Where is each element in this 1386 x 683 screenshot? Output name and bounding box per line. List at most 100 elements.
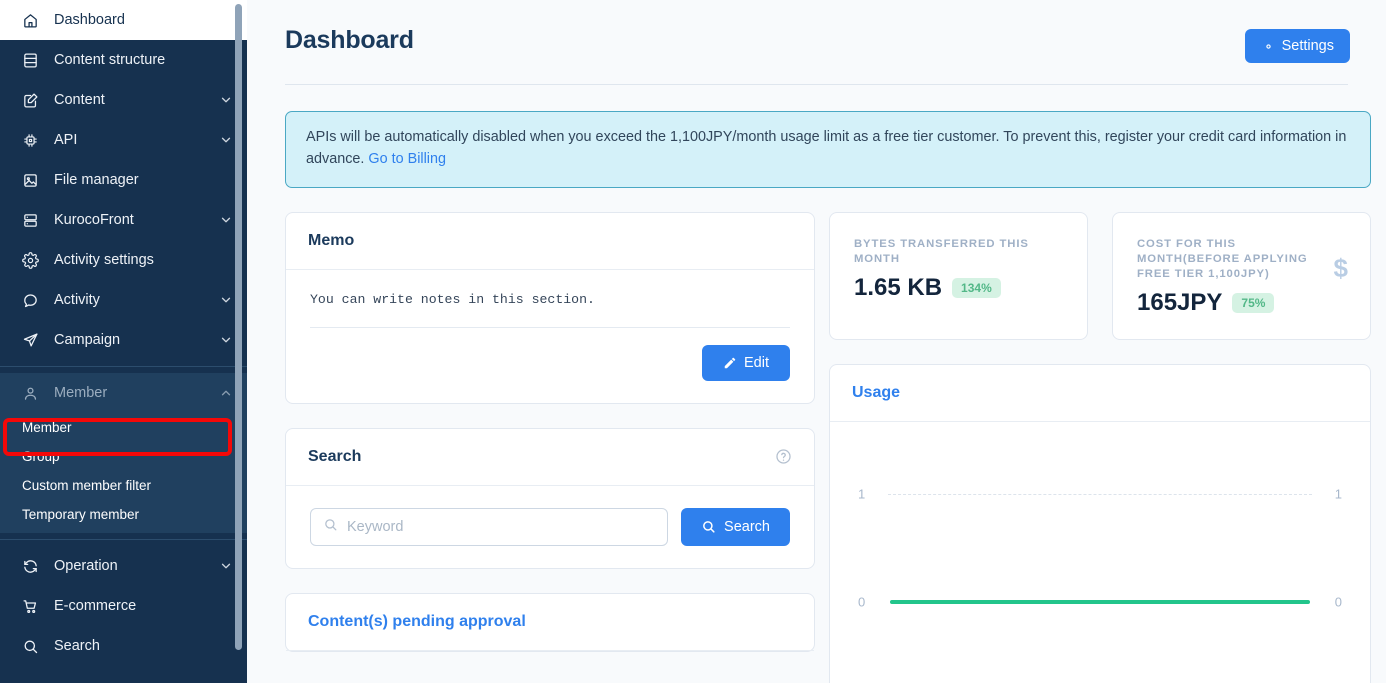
search-title: Search xyxy=(308,448,361,466)
sidebar-item-search[interactable]: Search xyxy=(0,626,247,666)
sidebar-scrollbar[interactable] xyxy=(235,4,242,650)
sidebar-item-e-commerce[interactable]: E-commerce xyxy=(0,586,247,626)
image-icon xyxy=(20,170,40,190)
stat-percent-badge: 75% xyxy=(1232,293,1274,313)
sidebar-item-campaign[interactable]: Campaign xyxy=(0,320,247,360)
sidebar-subitem-label: Member xyxy=(22,420,72,435)
ytick-right-1: 1 xyxy=(1335,487,1342,502)
usage-title[interactable]: Usage xyxy=(852,384,900,402)
edit-square-icon xyxy=(20,90,40,110)
ytick-right-0: 0 xyxy=(1335,595,1342,610)
chevron-up-icon xyxy=(219,386,233,400)
memo-card-body: You can write notes in this section. Edi… xyxy=(286,270,814,403)
settings-button-label: Settings xyxy=(1282,38,1334,54)
stat-value: 1.65 KB xyxy=(854,274,942,302)
sidebar-item-content[interactable]: Content xyxy=(0,80,247,120)
server-icon xyxy=(20,210,40,230)
sidebar-item-label: E-commerce xyxy=(54,598,233,614)
help-circle-icon[interactable] xyxy=(775,448,792,465)
sidebar-group-member: Member Member Group Custom member filter… xyxy=(0,373,247,533)
chevron-down-icon xyxy=(219,133,233,147)
send-icon xyxy=(20,330,40,350)
banner-text: APIs will be automatically disabled when… xyxy=(306,129,1346,167)
main-content: Dashboard Settings APIs will be automati… xyxy=(247,0,1386,683)
sidebar-subitem-member[interactable]: Member xyxy=(0,413,247,442)
search-card-header: Search xyxy=(286,429,814,486)
sidebar-item-member-group[interactable]: Member xyxy=(0,373,247,413)
edit-memo-button[interactable]: Edit xyxy=(702,345,790,381)
sidebar-item-api[interactable]: API xyxy=(0,120,247,160)
usage-card-header: Usage xyxy=(830,365,1370,422)
search-row: Search xyxy=(310,508,790,546)
sidebar-item-label: Search xyxy=(54,638,233,654)
sidebar-item-label: Content structure xyxy=(54,52,233,68)
left-column: Memo You can write notes in this section… xyxy=(285,212,815,652)
pending-approval-title[interactable]: Content(s) pending approval xyxy=(308,613,526,631)
stat-label: BYTES TRANSFERRED THIS MONTH xyxy=(854,237,1065,268)
usage-chart: 1 0 -1 1 0 -1 xyxy=(830,422,1370,683)
sidebar-item-dashboard[interactable]: Dashboard xyxy=(0,0,247,40)
ytick-left-0: 0 xyxy=(858,595,865,610)
sidebar-item-label: Activity settings xyxy=(54,252,233,268)
search-icon xyxy=(20,636,40,656)
database-icon xyxy=(20,50,40,70)
sidebar-item-label: File manager xyxy=(54,172,233,188)
user-icon xyxy=(20,383,40,403)
chat-bubble-icon xyxy=(20,290,40,310)
dashboard-columns: Memo You can write notes in this section… xyxy=(247,188,1386,683)
stat-card-bytes-transferred: BYTES TRANSFERRED THIS MONTH 1.65 KB 134… xyxy=(829,212,1088,341)
sidebar-group-label: Member xyxy=(54,385,219,401)
right-column: BYTES TRANSFERRED THIS MONTH 1.65 KB 134… xyxy=(829,212,1371,683)
go-to-billing-link[interactable]: Go to Billing xyxy=(368,151,446,167)
search-card: Search xyxy=(285,428,815,569)
cart-icon xyxy=(20,596,40,616)
refresh-icon xyxy=(20,556,40,576)
settings-button[interactable]: Settings xyxy=(1245,29,1350,63)
stat-cards: BYTES TRANSFERRED THIS MONTH 1.65 KB 134… xyxy=(829,212,1371,341)
page-header: Dashboard Settings xyxy=(247,0,1386,63)
sidebar-subitem-label: Group xyxy=(22,449,60,464)
sidebar-item-label: Content xyxy=(54,92,219,108)
chevron-down-icon xyxy=(219,213,233,227)
stat-value-row: 1.65 KB 134% xyxy=(854,274,1065,302)
sidebar-item-content-structure[interactable]: Content structure xyxy=(0,40,247,80)
memo-body-text: You can write notes in this section. xyxy=(310,292,790,328)
stat-value: 165JPY xyxy=(1137,289,1222,317)
sidebar-subitem-group[interactable]: Group xyxy=(0,442,247,471)
search-submit-button[interactable]: Search xyxy=(681,508,790,546)
sidebar-item-label: Activity xyxy=(54,292,219,308)
sidebar-subitem-label: Temporary member xyxy=(22,507,139,522)
chevron-down-icon xyxy=(219,333,233,347)
search-input-wrapper[interactable] xyxy=(310,508,668,546)
sidebar-item-label: Campaign xyxy=(54,332,219,348)
sidebar-subitem-custom-member-filter[interactable]: Custom member filter xyxy=(0,471,247,500)
sidebar-subitem-temporary-member[interactable]: Temporary member xyxy=(0,500,247,529)
chevron-down-icon xyxy=(219,559,233,573)
gear-icon xyxy=(1261,39,1276,54)
sidebar-item-activity-settings[interactable]: Activity settings xyxy=(0,240,247,280)
stat-card-content: BYTES TRANSFERRED THIS MONTH 1.65 KB 134… xyxy=(854,237,1065,303)
memo-title: Memo xyxy=(308,232,354,250)
chip-icon xyxy=(20,130,40,150)
stat-card-cost-this-month: COST FOR THIS MONTH(BEFORE APPLYING FREE… xyxy=(1112,212,1371,341)
stat-value-row: 165JPY 75% xyxy=(1137,289,1334,317)
chevron-down-icon xyxy=(219,293,233,307)
sidebar-item-kurocofront[interactable]: KurocoFront xyxy=(0,200,247,240)
app-root: Dashboard Content structure Content xyxy=(0,0,1386,683)
stat-percent-badge: 134% xyxy=(952,278,1001,298)
sidebar-subitem-label: Custom member filter xyxy=(22,478,151,493)
search-input[interactable] xyxy=(347,519,655,535)
search-icon xyxy=(323,517,347,537)
sidebar-item-file-manager[interactable]: File manager xyxy=(0,160,247,200)
sidebar-item-label: Dashboard xyxy=(54,12,233,28)
memo-card-header: Memo xyxy=(286,213,814,270)
edit-memo-label: Edit xyxy=(744,355,769,371)
gear-icon xyxy=(20,250,40,270)
header-divider xyxy=(285,84,1348,85)
sidebar-item-operation[interactable]: Operation xyxy=(0,546,247,586)
sidebar-item-label: Operation xyxy=(54,558,219,574)
search-button-label: Search xyxy=(724,519,770,535)
stat-label: COST FOR THIS MONTH(BEFORE APPLYING FREE… xyxy=(1137,237,1334,283)
sidebar-item-activity[interactable]: Activity xyxy=(0,280,247,320)
usage-series-line xyxy=(890,600,1310,604)
